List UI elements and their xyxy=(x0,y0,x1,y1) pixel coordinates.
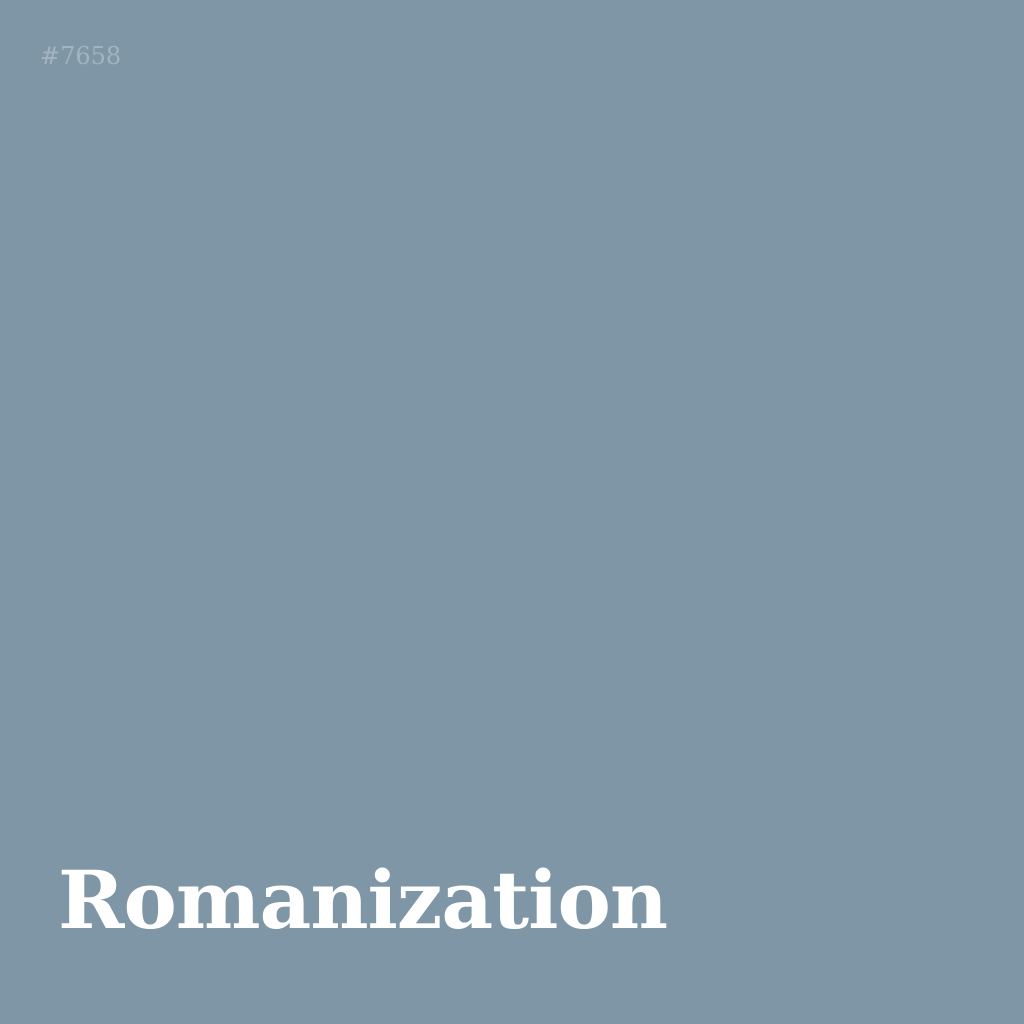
card-canvas: #7658 Romanization xyxy=(0,0,1024,1024)
card-number: #7658 xyxy=(40,42,122,70)
card-title: Romanization xyxy=(58,853,668,947)
